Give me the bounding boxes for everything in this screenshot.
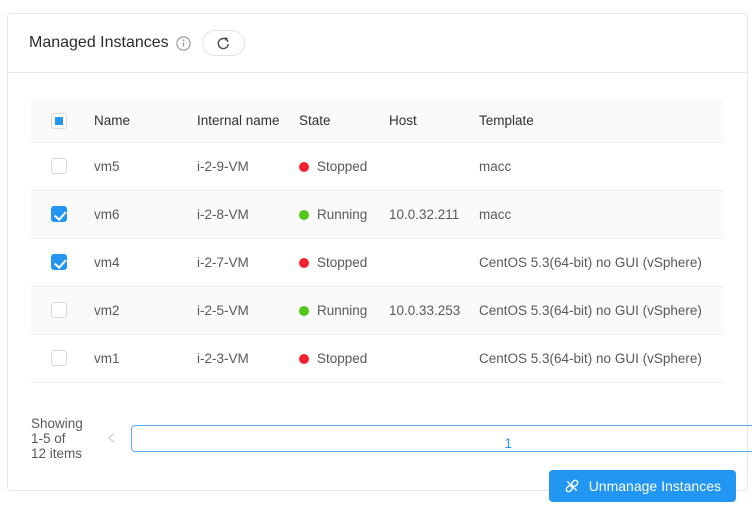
row-checkbox-cell (31, 190, 94, 239)
internal-name-cell: i-2-9-VM (197, 142, 299, 191)
refresh-button[interactable] (201, 30, 245, 56)
page: Managed Instances Name Internal name Sta… (0, 0, 752, 502)
template-cell: macc (479, 142, 723, 191)
row-checkbox[interactable] (51, 350, 67, 367)
internal-name-cell: i-2-7-VM (197, 238, 299, 287)
state-cell: Running (299, 190, 389, 239)
row-checkbox[interactable] (51, 302, 67, 319)
managed-instances-card: Managed Instances Name Internal name Sta… (7, 13, 752, 502)
name-cell: vm4 (94, 238, 197, 287)
internal-name-cell: i-2-5-VM (197, 286, 299, 335)
name-cell: vm5 (94, 142, 197, 191)
select-all-checkbox[interactable] (51, 112, 67, 129)
column-header-name: Name (94, 100, 197, 143)
host-cell: 10.0.33.253 (389, 286, 479, 335)
card-body: Name Internal name State Host Template v… (8, 73, 752, 461)
card-footer: Unmanage Instances (8, 461, 747, 509)
table-header-row: Name Internal name State Host Template (31, 100, 723, 143)
status-dot-icon (299, 161, 309, 172)
state-cell: Stopped (299, 238, 389, 287)
row-checkbox-cell (31, 286, 94, 335)
row-checkbox[interactable] (51, 254, 67, 271)
state-label: Stopped (317, 254, 368, 270)
reload-icon (216, 36, 231, 51)
name-cell: vm1 (94, 334, 197, 383)
row-checkbox[interactable] (51, 158, 67, 175)
select-all-cell (31, 100, 94, 143)
info-circle-icon[interactable] (175, 35, 191, 51)
status-dot-icon (299, 353, 309, 364)
chevron-left-icon (107, 432, 115, 444)
disconnect-icon (564, 478, 580, 494)
page-buttons: 123 (130, 424, 752, 452)
page-button-1[interactable]: 1 (130, 424, 752, 452)
column-header-host: Host (389, 100, 479, 143)
template-cell: macc (479, 190, 723, 239)
card-header: Managed Instances (8, 14, 747, 73)
row-checkbox-cell (31, 142, 94, 191)
unmanage-instances-label: Unmanage Instances (588, 477, 721, 494)
table-row: vm2 i-2-5-VM Running 10.0.33.253 CentOS 5.3(… (31, 286, 723, 335)
template-cell: CentOS 5.3(64-bit) no GUI (vSphere) (479, 334, 723, 383)
row-checkbox-cell (31, 238, 94, 287)
state-cell: Stopped (299, 142, 389, 191)
pagination-summary: Showing 1-5 of 12 items (31, 415, 83, 461)
status-dot-icon (299, 305, 309, 316)
table-row: vm5 i-2-9-VM Stopped macc (31, 142, 723, 191)
table-row: vm4 i-2-7-VM Stopped CentOS 5.3(64-bit) no … (31, 238, 723, 287)
name-cell: vm2 (94, 286, 197, 335)
status-dot-icon (299, 257, 309, 268)
status-dot-icon (299, 209, 309, 220)
internal-name-cell: i-2-3-VM (197, 334, 299, 383)
state-label: Stopped (317, 350, 368, 366)
column-header-state: State (299, 100, 389, 143)
table-row: vm1 i-2-3-VM Stopped CentOS 5.3(64-bit) no … (31, 334, 723, 383)
internal-name-cell: i-2-8-VM (197, 190, 299, 239)
host-cell: 10.0.32.211 (389, 190, 479, 239)
state-label: Stopped (317, 158, 368, 174)
table-row: vm6 i-2-8-VM Running 10.0.32.211 macc (31, 190, 723, 239)
template-cell: CentOS 5.3(64-bit) no GUI (vSphere) (479, 286, 723, 335)
row-checkbox[interactable] (51, 206, 67, 223)
row-checkbox-cell (31, 334, 94, 383)
page-title: Managed Instances (29, 34, 169, 51)
unmanage-instances-button[interactable]: Unmanage Instances (548, 469, 736, 502)
instances-table: Name Internal name State Host Template v… (31, 100, 723, 383)
state-label: Running (317, 302, 368, 318)
pagination: Showing 1-5 of 12 items 123 Go to (31, 415, 752, 461)
template-cell: CentOS 5.3(64-bit) no GUI (vSphere) (479, 238, 723, 287)
prev-page-button[interactable] (98, 425, 125, 452)
state-cell: Running (299, 286, 389, 335)
instances-table-body: vm5 i-2-9-VM Stopped macc vm6 i-2-8-VM Running… (31, 142, 723, 383)
state-label: Running (317, 206, 368, 222)
host-cell (389, 334, 479, 383)
name-cell: vm6 (94, 190, 197, 239)
state-cell: Stopped (299, 334, 389, 383)
host-cell (389, 238, 479, 287)
column-header-internal-name: Internal name (197, 100, 299, 143)
host-cell (389, 142, 479, 191)
column-header-template: Template (479, 100, 723, 143)
